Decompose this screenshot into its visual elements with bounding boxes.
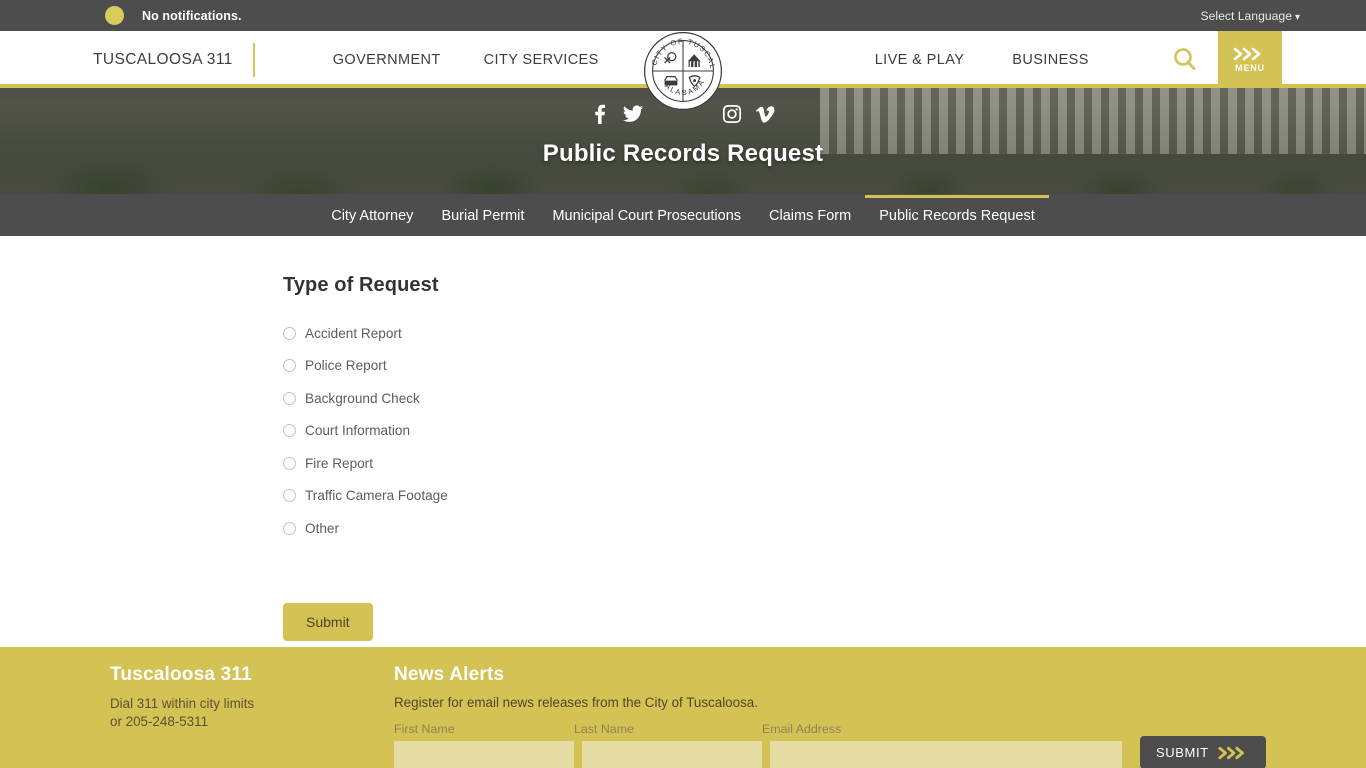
radio-button-icon[interactable] (283, 521, 296, 535)
news-signup-submit-label: SUBMIT (1156, 745, 1209, 760)
notification-status-dot-icon (105, 6, 124, 25)
radio-option-label: Accident Report (305, 325, 402, 341)
notification-status-text: No notifications. (142, 8, 242, 23)
radio-option-label: Court Information (305, 423, 411, 439)
field-group-email-address: Email Address (762, 722, 1122, 768)
news-signup-fields: First Name Last Name Email Address SUBMI… (394, 722, 1366, 768)
subnav-item-city-attorney[interactable]: City Attorney (317, 195, 427, 236)
radio-option-label: Background Check (305, 390, 420, 406)
radio-option-other[interactable]: Other (283, 512, 983, 545)
nav-item-live-and-play[interactable]: LIVE & PLAY (875, 52, 965, 68)
menu-button[interactable]: MENU (1218, 31, 1282, 88)
footer-311-title: Tuscaloosa 311 (110, 664, 252, 685)
city-seal-logo[interactable]: CITY OF TUSCALOOSA ALABAMA (639, 24, 723, 111)
language-selector-label: Select Language (1200, 8, 1292, 23)
radio-button-icon[interactable] (283, 326, 296, 340)
chevron-down-icon: ▾ (1294, 11, 1300, 23)
subnav-item-burial-permit[interactable]: Burial Permit (427, 195, 538, 236)
main-content: Type of Request Accident Report Police R… (0, 236, 1366, 647)
form-heading: Type of Request (283, 274, 439, 296)
footer-311-text: Dial 311 within city limits or 205-248-5… (110, 695, 380, 730)
brand-tuscaloosa-311[interactable]: TUSCALOOSA 311 (93, 51, 233, 69)
type-of-request-radio-group: Accident Report Police Report Background… (283, 317, 983, 545)
twitter-icon[interactable] (622, 103, 644, 125)
subnav-item-public-records-request[interactable]: Public Records Request (865, 194, 1049, 236)
instagram-icon[interactable] (722, 104, 742, 124)
radio-option-label: Police Report (305, 358, 387, 374)
site-footer: Tuscaloosa 311 Dial 311 within city limi… (0, 647, 1366, 768)
page-title: Public Records Request (542, 140, 824, 167)
field-group-first-name: First Name (394, 722, 574, 768)
vimeo-icon[interactable] (756, 104, 776, 124)
footer-tuscaloosa-311: Tuscaloosa 311 Dial 311 within city limi… (110, 664, 380, 768)
radio-option-label: Fire Report (305, 455, 373, 471)
last-name-input[interactable] (582, 741, 762, 768)
last-name-label: Last Name (574, 722, 634, 736)
subnav-item-municipal-court-prosecutions[interactable]: Municipal Court Prosecutions (538, 195, 755, 236)
public-records-request-form: Type of Request Accident Report Police R… (283, 274, 983, 641)
nav-item-business[interactable]: BUSINESS (1012, 52, 1089, 68)
radio-option-accident-report[interactable]: Accident Report (283, 317, 983, 350)
footer-news-title: News Alerts (394, 664, 505, 685)
radio-option-traffic-camera-footage[interactable]: Traffic Camera Footage (283, 480, 983, 513)
nav-item-government[interactable]: GOVERNMENT (333, 52, 441, 68)
footer-311-line1: Dial 311 within city limits (110, 696, 255, 711)
footer-news-description: Register for email news releases from th… (394, 695, 758, 710)
first-name-label: First Name (394, 722, 455, 736)
footer-311-line2: or 205-248-5311 (110, 713, 209, 729)
facebook-icon[interactable] (590, 103, 608, 125)
radio-option-fire-report[interactable]: Fire Report (283, 447, 983, 480)
footer-news-alerts: News Alerts Register for email news rele… (394, 664, 1366, 768)
radio-option-label: Traffic Camera Footage (305, 488, 448, 504)
notification-bar: No notifications. Select Language ▾ (0, 0, 1366, 31)
notification-status: No notifications. (105, 6, 242, 25)
first-name-input[interactable] (394, 741, 574, 768)
menu-chevrons-icon (1233, 47, 1267, 61)
radio-button-icon[interactable] (283, 359, 296, 373)
radio-button-icon[interactable] (283, 489, 296, 503)
email-address-input[interactable] (770, 741, 1122, 768)
radio-option-background-check[interactable]: Background Check (283, 382, 983, 415)
radio-option-label: Other (305, 520, 339, 536)
nav-item-city-services[interactable]: CITY SERVICES (484, 52, 599, 68)
radio-option-court-information[interactable]: Court Information (283, 415, 983, 448)
section-subnav: City Attorney Burial Permit Municipal Co… (0, 194, 1366, 236)
subnav-item-claims-form[interactable]: Claims Form (755, 195, 865, 236)
email-address-label: Email Address (762, 722, 842, 736)
radio-button-icon[interactable] (283, 391, 296, 405)
radio-button-icon[interactable] (283, 424, 296, 438)
news-signup-submit-button[interactable]: SUBMIT (1140, 736, 1266, 768)
radio-button-icon[interactable] (283, 456, 296, 470)
footer-columns: Tuscaloosa 311 Dial 311 within city limi… (0, 664, 1366, 768)
search-icon[interactable] (1170, 45, 1200, 75)
submit-chevrons-icon (1218, 746, 1250, 760)
submit-button[interactable]: Submit (283, 602, 373, 641)
menu-button-label: MENU (1235, 62, 1265, 73)
radio-option-police-report[interactable]: Police Report (283, 350, 983, 383)
language-selector[interactable]: Select Language ▾ (1200, 9, 1300, 23)
field-group-last-name: Last Name (574, 722, 762, 768)
